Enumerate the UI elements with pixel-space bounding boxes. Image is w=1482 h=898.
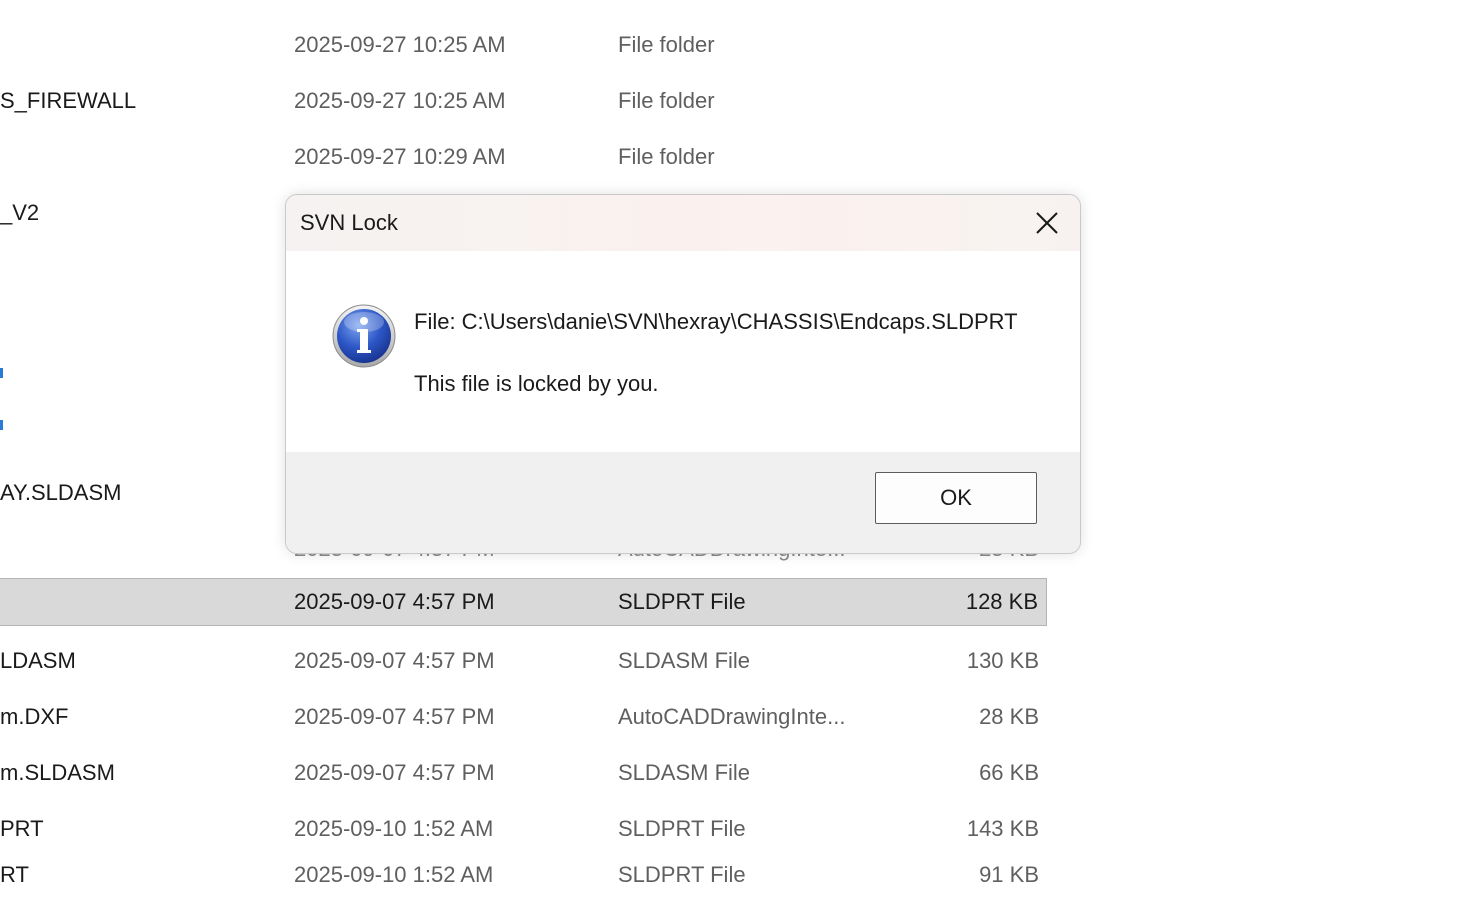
file-type: SLDPRT File: [618, 589, 746, 614]
file-date-modified: 2025-09-27 10:29 AM: [294, 144, 506, 169]
file-name: LDASM: [0, 648, 76, 673]
file-date-modified: 2025-09-10 1:52 AM: [294, 816, 494, 841]
file-name: PRT: [0, 816, 44, 841]
file-row-selected[interactable]: 2025-09-07 4:57 PM SLDPRT File 128 KB: [0, 578, 1047, 626]
info-icon: [332, 304, 396, 368]
file-name: RT: [0, 862, 29, 887]
file-type: SLDPRT File: [618, 862, 746, 887]
file-type: File folder: [618, 144, 715, 169]
file-type: SLDPRT File: [618, 816, 746, 841]
file-type: File folder: [618, 88, 715, 113]
file-date-modified: 2025-09-10 1:52 AM: [294, 862, 494, 887]
file-name: m.DXF: [0, 704, 69, 729]
svn-status-overlay-icon: [0, 368, 3, 378]
dialog-message-status: This file is locked by you.: [414, 371, 659, 396]
svn-status-overlay-icon: [0, 420, 3, 430]
file-date-modified: 2025-09-07 4:57 PM: [294, 760, 495, 785]
file-row[interactable]: m.SLDASM 2025-09-07 4:57 PM SLDASM File …: [0, 750, 1047, 796]
file-type: AutoCADDrawingInte...: [618, 704, 846, 729]
file-size: 28 KB: [979, 704, 1039, 729]
file-size: 91 KB: [979, 862, 1039, 887]
dialog-message-file-path: File: C:\Users\danie\SVN\hexray\CHASSIS\…: [414, 309, 1018, 334]
file-size: 128 KB: [965, 589, 1038, 614]
dialog-titlebar[interactable]: SVN Lock: [286, 195, 1080, 251]
file-row[interactable]: S_FIREWALL 2025-09-27 10:25 AM File fold…: [0, 78, 1047, 124]
file-type: SLDASM File: [618, 648, 751, 673]
file-type: File folder: [618, 32, 715, 57]
file-row[interactable]: LDASM 2025-09-07 4:57 PM SLDASM File 130…: [0, 638, 1047, 684]
file-size: 66 KB: [979, 760, 1039, 785]
file-row[interactable]: m.DXF 2025-09-07 4:57 PM AutoCADDrawingI…: [0, 694, 1047, 740]
file-row[interactable]: 2025-09-27 10:29 AM File folder: [0, 134, 1047, 180]
file-date-modified: 2025-09-07 4:57 PM: [294, 648, 495, 673]
file-row[interactable]: PRT 2025-09-10 1:52 AM SLDPRT File 143 K…: [0, 806, 1047, 852]
close-button[interactable]: [1014, 195, 1080, 251]
ok-button[interactable]: OK: [875, 472, 1037, 524]
file-name: _V2: [0, 200, 40, 225]
file-date-modified: 2025-09-07 4:57 PM: [294, 704, 495, 729]
file-row[interactable]: 2025-09-27 10:25 AM File folder: [0, 22, 1047, 68]
file-size: 130 KB: [966, 648, 1039, 673]
file-row[interactable]: RT 2025-09-10 1:52 AM SLDPRT File 91 KB: [0, 852, 1047, 898]
file-name: m.SLDASM: [0, 760, 115, 785]
file-date-modified: 2025-09-07 4:57 PM: [294, 589, 495, 614]
dialog-title: SVN Lock: [300, 210, 398, 235]
svn-lock-dialog: SVN Lock File: C:\Users\danie\SVN\hexray…: [285, 194, 1081, 554]
file-type: SLDASM File: [618, 760, 751, 785]
file-date-modified: 2025-09-27 10:25 AM: [294, 88, 506, 113]
close-icon: [1036, 212, 1058, 234]
file-size: 143 KB: [966, 816, 1039, 841]
dialog-body: File: C:\Users\danie\SVN\hexray\CHASSIS\…: [286, 251, 1080, 452]
file-date-modified: 2025-09-27 10:25 AM: [294, 32, 506, 57]
file-name: S_FIREWALL: [0, 88, 137, 113]
file-name: AY.SLDASM: [0, 480, 122, 505]
dialog-footer: OK: [286, 452, 1080, 553]
